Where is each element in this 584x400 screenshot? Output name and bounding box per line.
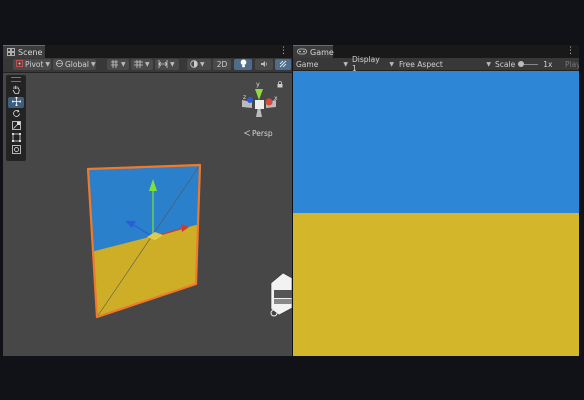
game-tabbar: Game ⋮ bbox=[293, 45, 579, 58]
game-mode-label: Game bbox=[296, 59, 319, 69]
toggle-2d-button[interactable]: 2D bbox=[213, 59, 231, 70]
chevron-down-icon: ▼ bbox=[121, 61, 126, 68]
selected-plane[interactable] bbox=[83, 161, 208, 323]
lighting-toggle-button[interactable] bbox=[234, 59, 252, 70]
gizmo-z-label: z bbox=[243, 94, 246, 101]
persp-icon bbox=[243, 129, 251, 138]
chevron-down-icon: ▼ bbox=[45, 61, 51, 68]
gizmo-y-cone-icon[interactable] bbox=[255, 89, 263, 100]
ground-area bbox=[293, 213, 579, 356]
effects-icon bbox=[279, 60, 287, 70]
rotate-icon bbox=[12, 109, 21, 120]
grid-visibility-button[interactable]: ▼ bbox=[131, 59, 153, 70]
grid-snap-icon bbox=[110, 59, 119, 70]
projection-toggle[interactable]: Persp bbox=[243, 129, 273, 138]
gizmo-y-label: y bbox=[256, 80, 260, 88]
scale-label: Scale bbox=[495, 59, 516, 69]
tool-palette bbox=[6, 75, 26, 161]
pivot-label: Pivot bbox=[25, 60, 44, 69]
chevron-down-icon: ▼ bbox=[343, 60, 348, 68]
scale-value: 1x bbox=[543, 59, 553, 69]
rect-tool-button[interactable] bbox=[8, 133, 24, 144]
chevron-down-icon: ▼ bbox=[90, 61, 96, 68]
game-panel: Game ⋮ Game ▼ Display 1 ▼ Free Aspect ▼ … bbox=[293, 45, 579, 356]
chevron-down-icon: ▼ bbox=[389, 60, 394, 68]
draw-mode-dropdown[interactable]: ▼ bbox=[187, 59, 211, 70]
shaded-sphere-icon bbox=[190, 59, 198, 70]
globe-icon bbox=[56, 60, 63, 69]
aspect-dropdown[interactable]: Free Aspect ▼ bbox=[399, 58, 491, 70]
scene-panel: Scene ⋮ Pivot ▼ Global ▼ ▼ ▼ ▼ ▼ 2D y z … bbox=[3, 45, 292, 356]
tab-scene-label: Scene bbox=[18, 47, 43, 57]
scale-tool-button[interactable] bbox=[8, 121, 24, 132]
slider-thumb[interactable] bbox=[518, 61, 525, 67]
display-dropdown[interactable]: Display 1 ▼ bbox=[352, 55, 394, 73]
gizmo-center-cube-icon[interactable] bbox=[255, 100, 264, 109]
snap-grid-button[interactable]: ▼ bbox=[107, 59, 129, 70]
gizmo-x-label: x bbox=[274, 95, 278, 102]
play-focused-label: Play bbox=[565, 59, 579, 69]
grid-icon bbox=[7, 48, 15, 56]
increment-snap-button[interactable]: ▼ bbox=[155, 59, 179, 70]
global-label: Global bbox=[65, 60, 89, 69]
move-icon bbox=[10, 96, 22, 108]
toggle-2d-label: 2D bbox=[216, 60, 228, 69]
pivot-dropdown[interactable]: Pivot ▼ bbox=[13, 59, 51, 70]
chevron-down-icon: ▼ bbox=[200, 61, 205, 68]
play-focused-dropdown[interactable]: Play bbox=[565, 58, 579, 70]
transform-tool-button[interactable] bbox=[8, 145, 24, 156]
rect-transform-icon bbox=[11, 133, 21, 144]
scale-icon bbox=[11, 121, 21, 132]
scale-control: Scale 1x bbox=[495, 58, 552, 70]
scene-viewport[interactable]: y z x Persp bbox=[3, 73, 292, 356]
scene-menu-icon[interactable]: ⋮ bbox=[279, 46, 288, 56]
chevron-down-icon: ▼ bbox=[170, 61, 175, 68]
rotate-tool-button[interactable] bbox=[8, 109, 24, 120]
game-toolbar: Game ▼ Display 1 ▼ Free Aspect ▼ Scale 1… bbox=[293, 55, 579, 73]
tab-game[interactable]: Game bbox=[293, 45, 334, 58]
gizmo-x-dot-icon[interactable] bbox=[265, 98, 273, 106]
scene-toolbar: Pivot ▼ Global ▼ ▼ ▼ ▼ ▼ 2D bbox=[3, 58, 292, 73]
lock-icon[interactable] bbox=[277, 81, 283, 90]
lightbulb-icon bbox=[240, 59, 247, 70]
tab-scene[interactable]: Scene bbox=[3, 45, 45, 58]
pivot-icon bbox=[16, 60, 23, 69]
tab-game-label: Game bbox=[310, 47, 334, 57]
grid-icon bbox=[134, 59, 143, 70]
sky-area bbox=[293, 71, 579, 213]
aspect-label: Free Aspect bbox=[399, 59, 443, 69]
gamepad-icon bbox=[297, 48, 307, 56]
gizmo-z-dot-icon[interactable] bbox=[247, 97, 253, 103]
hand-icon bbox=[12, 85, 20, 96]
audio-toggle-button[interactable] bbox=[255, 59, 273, 70]
game-mode-dropdown[interactable]: Game ▼ bbox=[296, 58, 348, 70]
scene-tabbar: Scene ⋮ bbox=[3, 45, 292, 58]
persp-label: Persp bbox=[252, 129, 273, 138]
snap-increment-icon bbox=[158, 59, 168, 70]
hand-tool-button[interactable] bbox=[8, 85, 24, 96]
chevron-down-icon: ▼ bbox=[486, 60, 491, 68]
game-menu-icon[interactable]: ⋮ bbox=[566, 46, 575, 56]
camera-gizmo-icon[interactable] bbox=[270, 272, 292, 317]
move-tool-button[interactable] bbox=[8, 96, 24, 108]
transform-icon bbox=[11, 145, 21, 156]
game-view[interactable] bbox=[293, 71, 579, 356]
drag-handle-icon[interactable] bbox=[11, 77, 21, 82]
speaker-icon bbox=[260, 60, 268, 70]
global-dropdown[interactable]: Global ▼ bbox=[53, 59, 96, 70]
orientation-gizmo[interactable]: y z x bbox=[240, 79, 280, 125]
effects-toggle-button[interactable] bbox=[275, 59, 291, 70]
scale-slider[interactable] bbox=[518, 60, 539, 68]
chevron-down-icon: ▼ bbox=[145, 61, 150, 68]
